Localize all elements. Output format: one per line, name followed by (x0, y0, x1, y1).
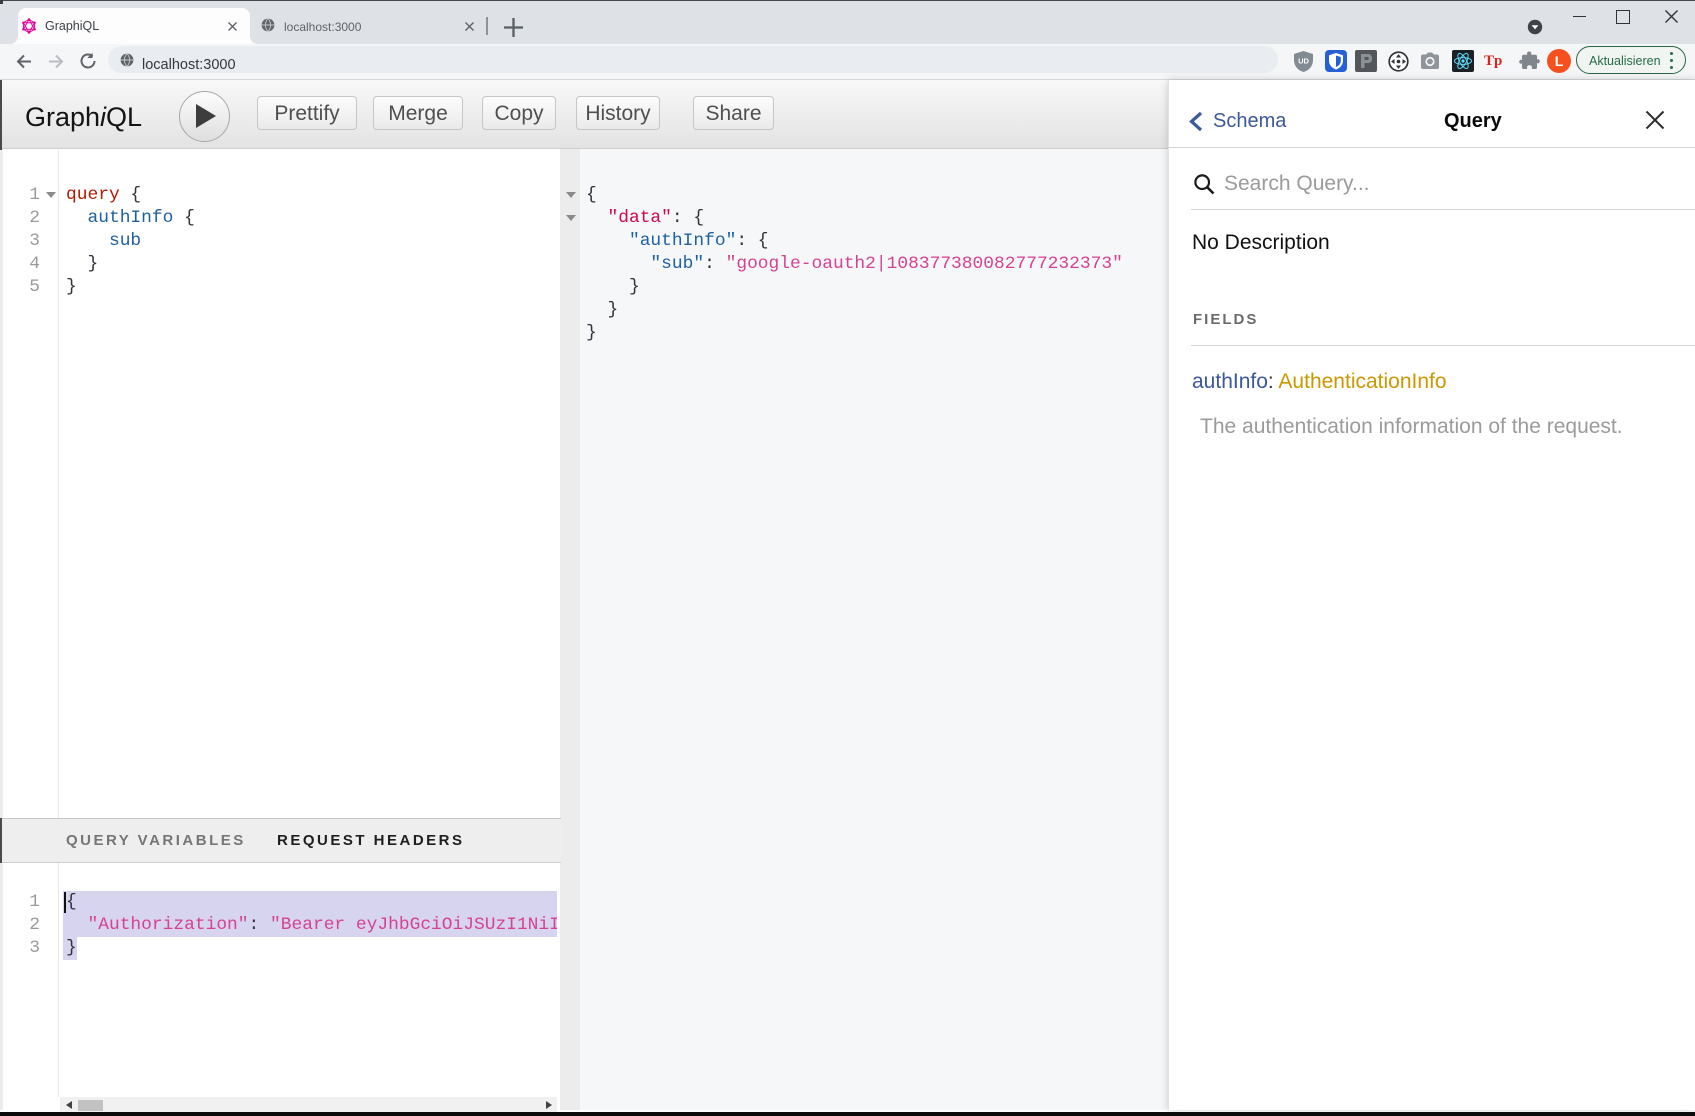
svg-text:UD: UD (1298, 57, 1309, 66)
